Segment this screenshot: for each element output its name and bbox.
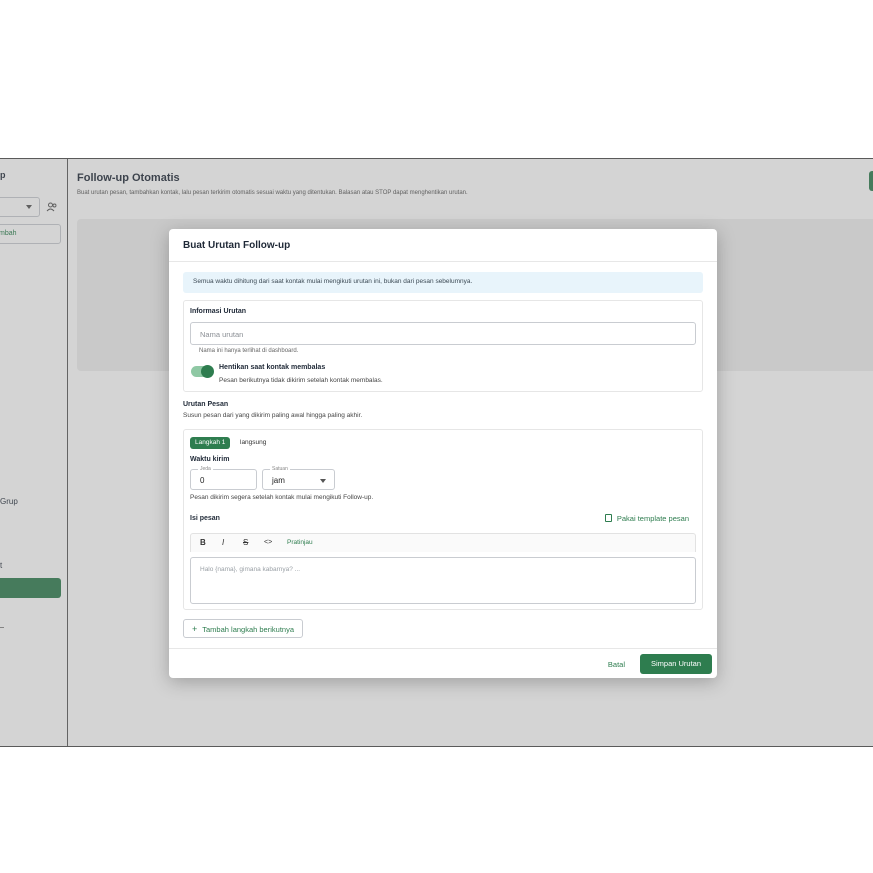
unit-value: jam — [272, 476, 285, 485]
delay-input[interactable]: Jeda 0 — [190, 466, 257, 490]
sequence-description: Susun pesan dari yang dikirim paling awa… — [183, 412, 363, 419]
add-step-label: Tambah langkah berikutnya — [202, 625, 294, 634]
sequence-name-input[interactable]: Nama urutan — [190, 322, 696, 345]
document-icon — [604, 514, 612, 522]
delay-legend: Jeda — [198, 466, 213, 473]
code-button[interactable]: <> — [264, 539, 272, 546]
toggle-help-text: Pesan berikutnya tidak dikirim setelah k… — [219, 377, 383, 384]
message-textarea[interactable]: Halo {nama}, gimana kabarnya? ... — [190, 557, 696, 604]
toggle-label: Hentikan saat kontak membalas — [219, 364, 326, 371]
save-sequence-button[interactable]: Simpan Urutan — [640, 654, 712, 674]
create-sequence-modal: Buat Urutan Follow-up Semua waktu dihitu… — [169, 229, 717, 678]
chevron-down-icon — [320, 479, 326, 483]
preview-button[interactable]: Pratinjau — [287, 539, 313, 546]
toggle-knob — [201, 365, 214, 378]
unit-select[interactable]: Satuan jam — [262, 466, 335, 490]
section-title: Informasi Urutan — [190, 308, 247, 315]
info-banner: Semua waktu dihitung dari saat kontak mu… — [183, 272, 703, 293]
sequence-title: Urutan Pesan — [183, 401, 229, 408]
sequence-info-section: Informasi Urutan Nama urutan Nama ini ha… — [183, 300, 703, 392]
cancel-button[interactable]: Batal — [608, 660, 625, 669]
modal-header: Buat Urutan Follow-up — [169, 229, 717, 262]
step-card: Langkah 1 langsung Waktu kirim Jeda 0 Sa… — [183, 429, 703, 610]
plus-icon: + — [192, 624, 198, 634]
message-label: Isi pesan — [190, 515, 220, 522]
italic-button[interactable]: I — [222, 538, 224, 547]
strikethrough-button[interactable]: S — [243, 538, 248, 547]
unit-legend: Satuan — [270, 466, 290, 473]
modal-footer: Batal Simpan Urutan — [169, 648, 717, 678]
add-step-button[interactable]: + Tambah langkah berikutnya — [183, 619, 303, 638]
modal-title: Buat Urutan Follow-up — [183, 240, 291, 251]
step-mode: langsung — [240, 439, 267, 446]
send-help-text: Pesan dikirim segera setelah kontak mula… — [190, 494, 374, 501]
name-help-text: Nama ini hanya terlihat di dashboard. — [199, 348, 299, 354]
editor-toolbar: B I S <> Pratinjau — [190, 533, 696, 552]
template-link-label: Pakai template pesan — [616, 514, 689, 523]
step-badge: Langkah 1 — [190, 437, 231, 449]
use-template-link[interactable]: Pakai template pesan — [604, 514, 689, 523]
stop-on-reply-toggle[interactable] — [191, 365, 214, 378]
delay-value: 0 — [200, 476, 205, 485]
send-time-label: Waktu kirim — [190, 456, 230, 463]
bold-button[interactable]: B — [200, 538, 206, 547]
